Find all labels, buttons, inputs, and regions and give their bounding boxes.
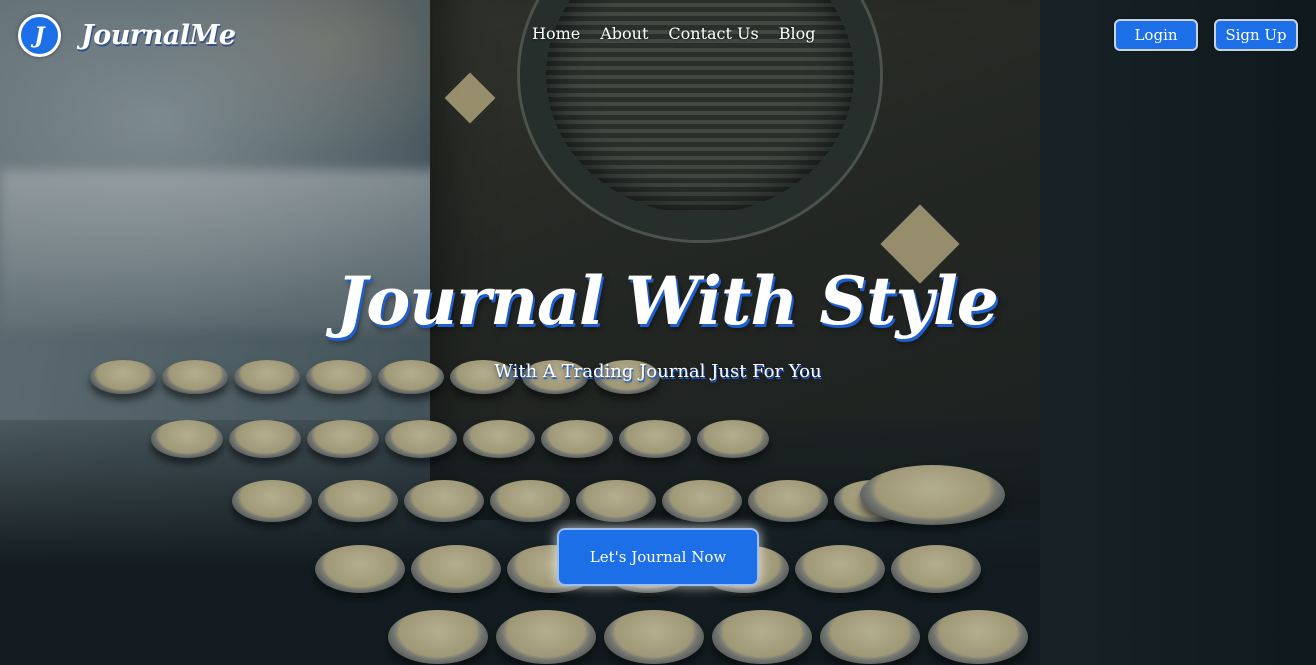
navbar: J JournalMe Home About Contact Us Blog L… — [0, 0, 1316, 70]
nav-link-home[interactable]: Home — [532, 24, 580, 43]
nav-links: Home About Contact Us Blog — [532, 24, 835, 43]
hero-title: Journal With Style — [336, 262, 999, 340]
brand-logo[interactable]: J JournalMe — [18, 14, 236, 57]
nav-link-blog[interactable]: Blog — [779, 24, 816, 43]
brand-badge-icon: J — [18, 14, 61, 57]
login-button[interactable]: Login — [1114, 19, 1198, 51]
brand-name: JournalMe — [81, 20, 236, 51]
nav-link-contact-us[interactable]: Contact Us — [668, 24, 758, 43]
cta-button[interactable]: Let's Journal Now — [557, 528, 759, 586]
hero-subtitle: With A Trading Journal Just For You — [494, 361, 822, 382]
signup-button[interactable]: Sign Up — [1214, 19, 1298, 51]
nav-link-about[interactable]: About — [600, 24, 648, 43]
